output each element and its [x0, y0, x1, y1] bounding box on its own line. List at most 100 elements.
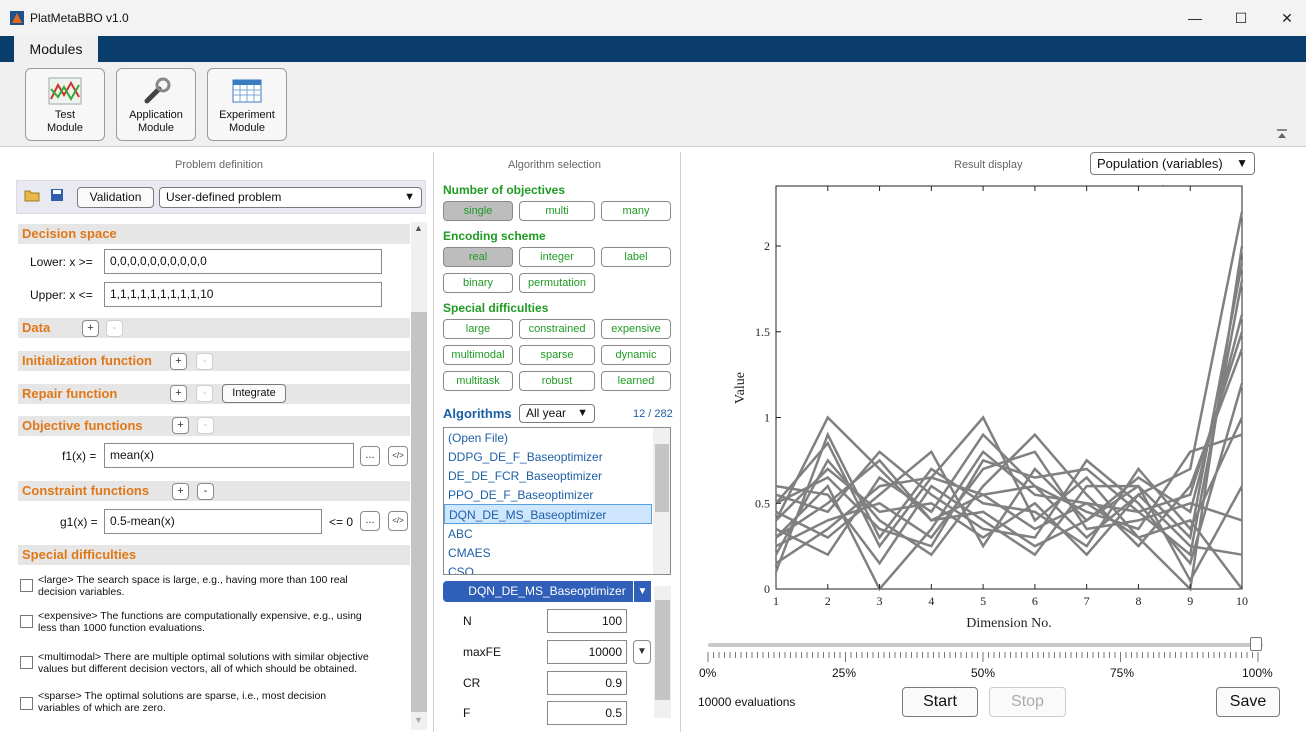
multi-filter[interactable]: multi [519, 201, 595, 221]
year-select[interactable]: All year ▼ [519, 404, 595, 423]
objective-add-button[interactable]: + [172, 417, 189, 434]
progress-slider-thumb[interactable] [1250, 637, 1262, 651]
slider-label: 100% [1242, 666, 1273, 680]
list-item[interactable]: CMAES [448, 543, 491, 563]
multimodal-checkbox[interactable] [20, 656, 33, 669]
list-item[interactable]: DE_DE_FCR_Baseoptimizer [448, 466, 602, 486]
list-item[interactable]: CSO [448, 562, 474, 574]
upper-bound-input[interactable]: 1,1,1,1,1,1,1,1,1,10 [104, 282, 382, 307]
start-button[interactable]: Start [902, 687, 978, 717]
f1-code-button[interactable]: </> [388, 446, 408, 466]
param-f-input[interactable]: 0.5 [547, 701, 627, 725]
display-select[interactable]: Population (variables) ▼ [1090, 152, 1255, 175]
app-logo-icon [10, 11, 24, 25]
g1-input[interactable]: 0.5-mean(x) [104, 509, 322, 534]
dynamic-filter[interactable]: dynamic [601, 345, 671, 365]
application-module-button[interactable]: Application Module [116, 68, 196, 141]
g1-ellipsis-button[interactable]: ... [360, 511, 380, 531]
y-tick-label: 1.5 [755, 325, 770, 339]
list-item[interactable]: PPO_DE_F_Baseoptimizer [448, 485, 593, 505]
learned-filter[interactable]: learned [601, 371, 671, 391]
validation-button[interactable]: Validation [77, 187, 154, 208]
save-icon[interactable] [50, 188, 64, 202]
test-module-label-1: Test [54, 109, 76, 121]
constraint-add-button[interactable]: + [172, 483, 189, 500]
constrained-filter[interactable]: constrained [519, 319, 595, 339]
problem-select[interactable]: User-defined problem ▼ [159, 187, 422, 208]
integrate-button[interactable]: Integrate [222, 384, 286, 403]
param-n-input[interactable]: 100 [547, 609, 627, 633]
expensive-checkbox[interactable] [20, 615, 33, 628]
constraint-remove-button[interactable]: - [197, 483, 214, 500]
f1-ellipsis-button[interactable]: ... [360, 446, 380, 466]
experiment-module-button[interactable]: Experiment Module [207, 68, 287, 141]
scroll-up-icon[interactable]: ▲ [414, 223, 423, 233]
list-item-selected[interactable]: DQN_DE_MS_Baseoptimizer [444, 504, 652, 524]
collapse-ribbon-icon[interactable] [1276, 128, 1288, 140]
lower-bound-input[interactable]: 0,0,0,0,0,0,0,0,0,0 [104, 249, 382, 274]
large-checkbox[interactable] [20, 579, 33, 592]
ribbon-tab-bar [0, 36, 1306, 62]
minimize-button[interactable]: — [1172, 6, 1218, 30]
g1-code-button[interactable]: </> [388, 511, 408, 531]
repair-add-button[interactable]: + [170, 385, 187, 402]
constraint-functions-header: Constraint functions [18, 481, 410, 501]
param-scrollbar-thumb[interactable] [655, 600, 670, 700]
sparse-checkbox[interactable] [20, 697, 33, 710]
robust-filter[interactable]: robust [519, 371, 595, 391]
list-scrollbar-thumb[interactable] [655, 444, 669, 512]
init-remove-button[interactable]: - [196, 353, 213, 370]
test-module-button[interactable]: Test Module [25, 68, 105, 141]
expensive-filter[interactable]: expensive [601, 319, 671, 339]
y-tick-label: 2 [764, 239, 770, 253]
stop-button[interactable]: Stop [989, 687, 1066, 717]
close-button[interactable]: ✕ [1264, 6, 1306, 30]
sparse-filter[interactable]: sparse [519, 345, 595, 365]
y-tick-label: 0 [764, 582, 770, 596]
maximize-button[interactable]: ☐ [1218, 6, 1264, 30]
experiment-module-label-2: Module [228, 122, 266, 134]
integer-filter[interactable]: integer [519, 247, 595, 267]
label-filter[interactable]: label [601, 247, 671, 267]
decision-space-header: Decision space [18, 224, 410, 244]
single-filter[interactable]: single [443, 201, 513, 221]
real-filter[interactable]: real [443, 247, 513, 267]
f1-input[interactable]: mean(x) [104, 443, 354, 468]
param-label: F [463, 706, 471, 720]
lower-label: Lower: x >= [30, 255, 93, 269]
multimodal-description: <multimodal> There are multiple optimal … [38, 651, 369, 675]
param-label: CR [463, 676, 481, 690]
param-maxfe-input[interactable]: 10000 [547, 640, 627, 664]
permutation-filter[interactable]: permutation [519, 273, 595, 293]
maxfe-dropdown-icon[interactable]: ▼ [633, 640, 651, 664]
data-remove-button[interactable]: - [106, 320, 123, 337]
repair-remove-button[interactable]: - [196, 385, 213, 402]
param-label: maxFE [463, 645, 502, 659]
scroll-down-icon[interactable]: ▼ [414, 715, 423, 725]
left-scrollbar-thumb[interactable] [411, 312, 427, 712]
binary-filter[interactable]: binary [443, 273, 513, 293]
title-bar [0, 0, 1306, 36]
algorithm-list[interactable]: (Open File) DDPG_DE_F_Baseoptimizer DE_D… [443, 427, 671, 575]
many-filter[interactable]: many [601, 201, 671, 221]
param-cr-input[interactable]: 0.9 [547, 671, 627, 695]
selected-algorithm-button[interactable]: DQN_DE_MS_Baseoptimizer [443, 581, 651, 602]
list-item[interactable]: DDPG_DE_F_Baseoptimizer [448, 447, 603, 467]
objective-remove-button[interactable]: - [197, 417, 214, 434]
open-folder-icon[interactable] [24, 188, 40, 202]
large-filter[interactable]: large [443, 319, 513, 339]
progress-slider-track[interactable] [708, 643, 1263, 647]
data-add-button[interactable]: + [82, 320, 99, 337]
list-item[interactable]: ABC [448, 524, 473, 544]
multimodal-filter[interactable]: multimodal [443, 345, 513, 365]
list-item[interactable]: (Open File) [448, 428, 508, 448]
y-tick-label: 1 [764, 411, 770, 425]
repair-function-header: Repair function [18, 384, 410, 404]
algorithm-menu-dropdown[interactable]: ▼ [633, 581, 651, 602]
init-add-button[interactable]: + [170, 353, 187, 370]
multitask-filter[interactable]: multitask [443, 371, 513, 391]
y-tick-label: 0.5 [755, 496, 770, 510]
slider-label: 25% [832, 666, 857, 680]
save-button[interactable]: Save [1216, 687, 1280, 717]
tab-modules[interactable]: Modules [14, 36, 98, 62]
